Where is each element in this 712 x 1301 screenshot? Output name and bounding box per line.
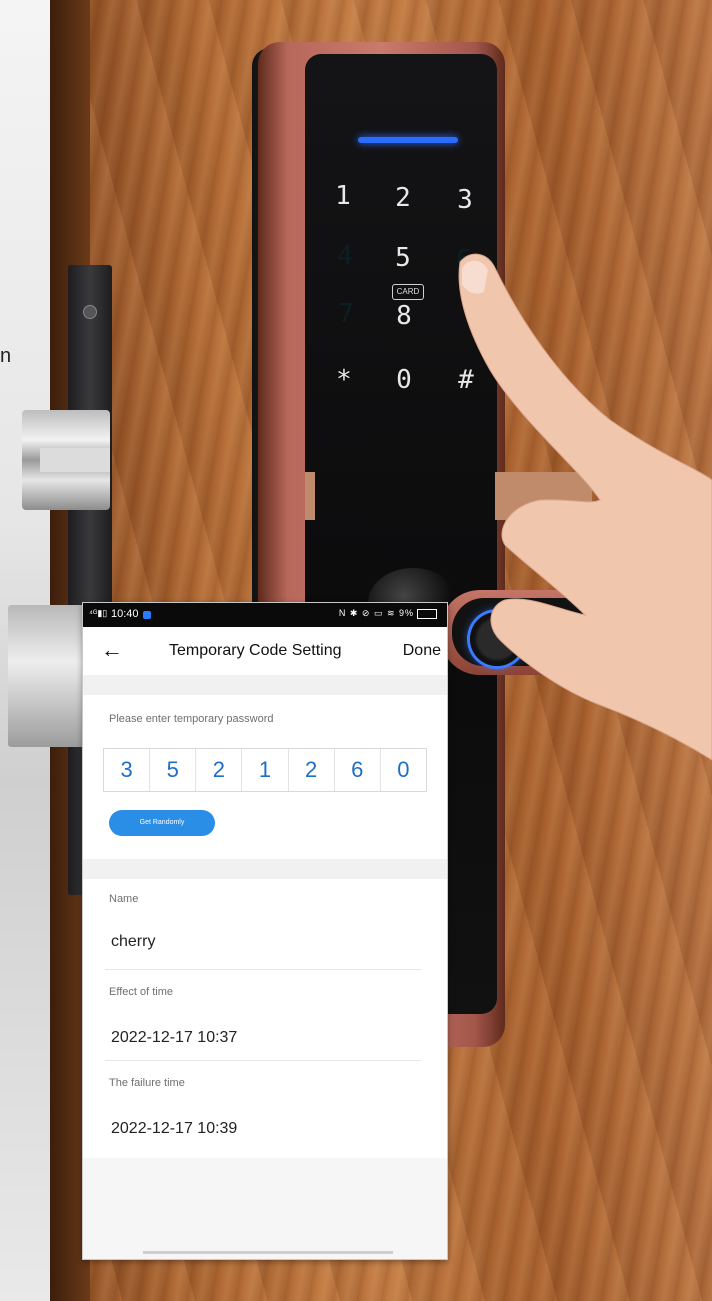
status-icons: N ✱ ⊘ ▭ ≋ 9% bbox=[339, 608, 437, 619]
cropped-caption-text: n bbox=[0, 345, 12, 367]
notification-icon bbox=[143, 611, 151, 619]
password-digit-2[interactable]: 5 bbox=[150, 749, 197, 791]
status-time: 10:40 bbox=[111, 608, 139, 620]
section-separator bbox=[83, 859, 447, 879]
effect-time-field[interactable]: 2022-12-17 10:37 bbox=[111, 1029, 237, 1047]
keypad-key-1: 1 bbox=[335, 181, 351, 211]
failure-time-label: The failure time bbox=[109, 1077, 185, 1089]
empty-area bbox=[83, 1158, 447, 1259]
battery-icon bbox=[417, 608, 437, 619]
keypad-key-hash: # bbox=[458, 365, 474, 395]
keypad-key-star: * bbox=[336, 365, 352, 395]
effect-time-label: Effect of time bbox=[109, 986, 173, 998]
password-digit-1[interactable]: 3 bbox=[104, 749, 151, 791]
password-digit-6[interactable]: 6 bbox=[335, 749, 381, 791]
phone-screenshot: ⁴ᴳ▮▯ 10:40 N ✱ ⊘ ▭ ≋ 9% ← Temporary Code… bbox=[82, 602, 448, 1260]
password-label: Please enter temporary password bbox=[109, 713, 274, 725]
section-separator bbox=[83, 675, 447, 695]
status-bar: ⁴ᴳ▮▯ 10:40 N ✱ ⊘ ▭ ≋ 9% bbox=[83, 603, 447, 627]
keypad-key-0: 0 bbox=[396, 365, 412, 395]
latch-gap bbox=[40, 448, 110, 472]
screw-icon bbox=[83, 305, 97, 319]
keypad-key-2: 2 bbox=[395, 183, 411, 213]
password-digit-4[interactable]: 1 bbox=[242, 749, 289, 791]
deadbolt bbox=[8, 605, 88, 747]
keypad-key-5: 5 bbox=[395, 243, 411, 273]
get-randomly-button[interactable]: Get Randomly bbox=[109, 810, 215, 836]
name-label: Name bbox=[109, 893, 139, 905]
keypad-key-6: 6 bbox=[446, 242, 482, 278]
name-field[interactable]: cherry bbox=[111, 933, 155, 951]
password-digit-7[interactable]: 0 bbox=[381, 749, 426, 791]
divider bbox=[105, 969, 421, 970]
password-digit-5[interactable]: 2 bbox=[289, 749, 335, 791]
status-indicator-light bbox=[358, 137, 458, 143]
keypad-key-3: 3 bbox=[457, 185, 473, 215]
password-input[interactable]: 3 5 2 1 2 6 0 bbox=[103, 748, 427, 792]
nav-bar: ← Temporary Code Setting Done bbox=[83, 627, 447, 675]
censor-patch-left bbox=[305, 472, 315, 520]
keypad-key-4: 4 bbox=[327, 238, 363, 274]
keypad-key-7: 7 bbox=[328, 296, 364, 332]
done-button[interactable]: Done bbox=[403, 642, 441, 660]
censor-patch bbox=[495, 472, 592, 520]
keypad-key-8: 8 bbox=[396, 301, 412, 331]
home-indicator bbox=[143, 1251, 393, 1254]
password-digit-3[interactable]: 2 bbox=[196, 749, 243, 791]
fingerprint-sensor-icon bbox=[470, 612, 524, 666]
status-right-icons: N ✱ ⊘ ▭ ≋ 9% bbox=[338, 608, 414, 618]
signal-icon: ⁴ᴳ▮▯ bbox=[89, 608, 108, 618]
card-reader-badge: CARD bbox=[392, 284, 424, 300]
page-title: Temporary Code Setting bbox=[169, 642, 342, 659]
failure-time-field[interactable]: 2022-12-17 10:39 bbox=[111, 1120, 237, 1138]
divider bbox=[105, 1060, 421, 1061]
back-arrow-icon[interactable]: ← bbox=[101, 637, 123, 663]
